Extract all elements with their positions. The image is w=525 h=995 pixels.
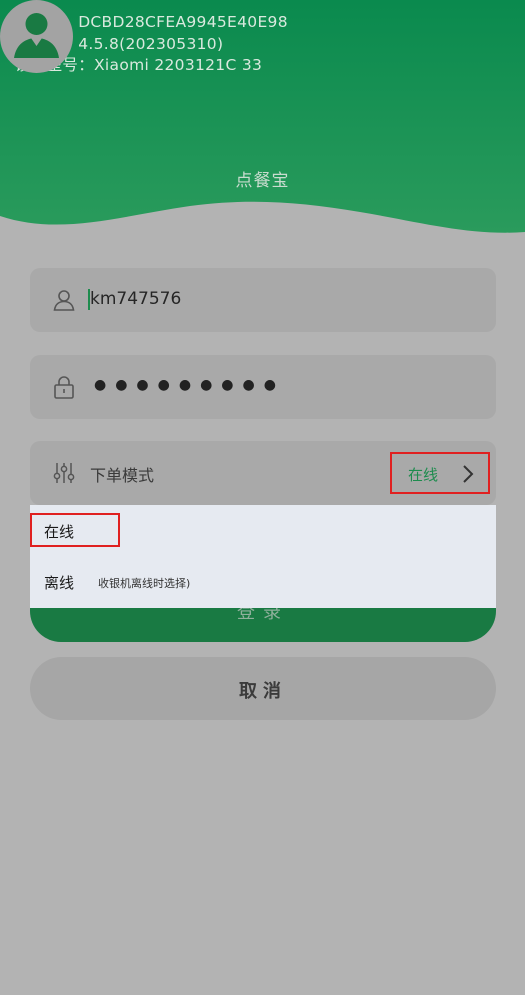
password-field[interactable]: ●●●●●●●●●: [30, 355, 496, 419]
avatar-icon: [0, 0, 73, 73]
order-mode-row[interactable]: 下单模式 在线: [30, 441, 496, 505]
chevron-right-icon: [463, 465, 474, 483]
option-online[interactable]: 在线: [30, 513, 120, 547]
option-offline-hint: 收银机离线时选择): [98, 577, 191, 590]
user-icon: [53, 290, 75, 311]
order-mode-label: 下单模式: [90, 466, 155, 485]
order-mode-dropdown: 在线 离线 收银机离线时选择): [30, 505, 496, 608]
username-input[interactable]: km747576: [90, 289, 181, 309]
cancel-button[interactable]: 取消: [30, 657, 496, 720]
order-mode-value: 在线: [408, 466, 439, 484]
sliders-icon: [53, 463, 75, 483]
username-field[interactable]: km747576: [30, 268, 496, 332]
order-mode-selector[interactable]: 在线: [390, 452, 490, 494]
app-name: 点餐宝: [235, 171, 290, 191]
cancel-label: 取消: [239, 681, 287, 702]
lock-icon: [54, 376, 74, 399]
option-offline[interactable]: 离线: [44, 572, 74, 593]
header-banner: 序列号：DCBD28CFEA9945E40E98 版本号：4.5.8(20230…: [0, 0, 525, 240]
password-input[interactable]: ●●●●●●●●●: [94, 377, 285, 393]
option-online-label: 在线: [44, 523, 75, 541]
